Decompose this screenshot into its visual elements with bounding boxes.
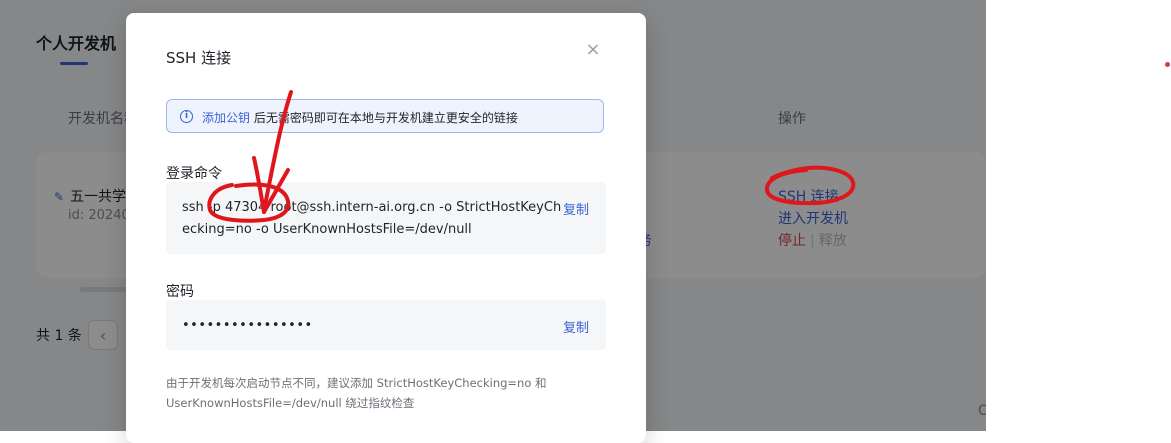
- password-label: 密码: [166, 284, 194, 300]
- password-value: ••••••••••••••••: [182, 318, 313, 333]
- copy-command-button[interactable]: 复制: [563, 199, 589, 218]
- close-icon[interactable]: ×: [584, 41, 602, 59]
- login-command-text: ssh -p 47304 root@ssh.intern-ai.org.cn -…: [182, 200, 562, 237]
- add-public-key-link[interactable]: 添加公钥: [202, 111, 250, 125]
- copy-password-button[interactable]: 复制: [563, 317, 589, 336]
- info-text: 添加公钥 后无需密码即可在本地与开发机建立更安全的链接: [202, 109, 518, 126]
- login-command-label: 登录命令: [166, 166, 222, 182]
- dialog-title: SSH 连接: [166, 49, 232, 67]
- red-dot: [1165, 62, 1170, 67]
- hint-text: 由于开发机每次启动节点不同，建议添加 StrictHostKeyChecking…: [166, 376, 547, 410]
- right-panel: [986, 0, 1171, 431]
- ssh-connect-dialog: SSH 连接 × i 添加公钥 后无需密码即可在本地与开发机建立更安全的链接 登…: [126, 13, 646, 443]
- login-command-box: ssh -p 47304 root@ssh.intern-ai.org.cn -…: [166, 182, 606, 254]
- password-box: •••••••••••••••• 复制: [166, 300, 606, 350]
- info-banner: i 添加公钥 后无需密码即可在本地与开发机建立更安全的链接: [166, 99, 604, 133]
- info-icon: i: [180, 110, 193, 123]
- info-description: 后无需密码即可在本地与开发机建立更安全的链接: [250, 111, 518, 125]
